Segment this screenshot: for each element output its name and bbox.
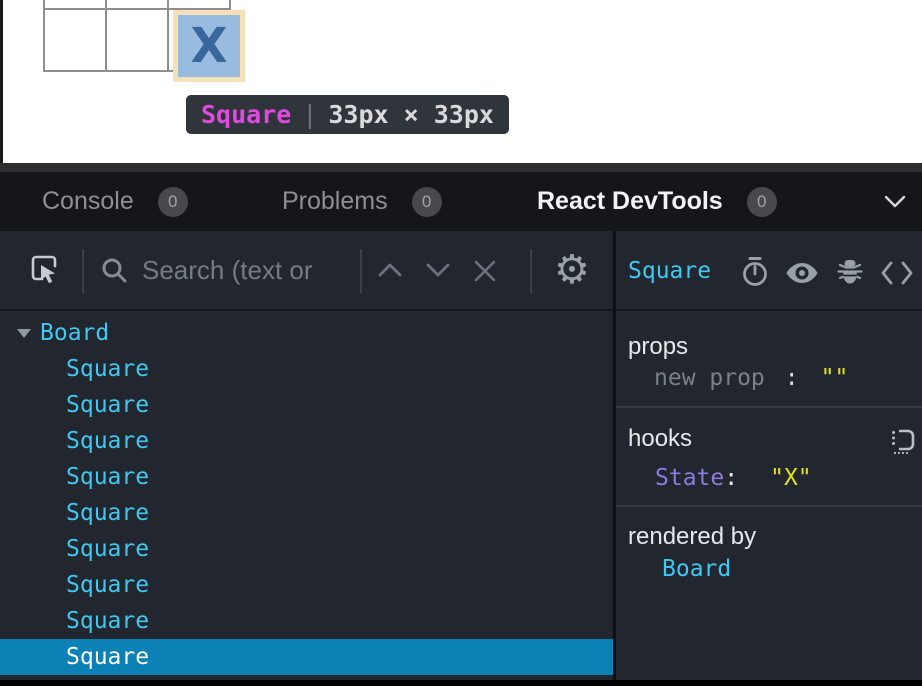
search-next-button[interactable] [425, 262, 451, 281]
tree-item-label: Square [66, 464, 149, 490]
tree-item-square[interactable]: Square [0, 603, 613, 639]
react-devtools-count-badge: 0 [747, 187, 777, 217]
tree-item-label: Square [66, 356, 149, 382]
colon: : [785, 365, 799, 391]
stopwatch-icon[interactable] [740, 256, 770, 291]
gear-icon[interactable]: ⚙ [554, 245, 590, 295]
tree-item-label: Square [66, 500, 149, 526]
board-cell[interactable] [106, 0, 168, 9]
eye-icon[interactable] [785, 260, 819, 289]
props-heading: props [628, 333, 688, 361]
tree-item-label: Square [66, 392, 149, 418]
tree-item-square[interactable]: Square [0, 495, 613, 531]
tree-item-square[interactable]: Square [0, 531, 613, 567]
tab-react-devtools[interactable]: React DevTools 0 [537, 172, 777, 231]
section-divider [616, 505, 922, 507]
selected-component-name: Square [628, 256, 711, 286]
section-divider [616, 406, 922, 408]
tree-item-square[interactable]: Square [0, 351, 613, 387]
drawer-tabbar: Console 0 Problems 0 React DevTools 0 [0, 163, 922, 231]
bug-icon[interactable] [836, 256, 864, 289]
state-hook-value[interactable]: "X" [770, 465, 812, 491]
new-prop-value-input[interactable]: "" [821, 365, 849, 391]
hooks-heading: hooks [628, 425, 692, 453]
colon: : [724, 465, 738, 491]
tab-console[interactable]: Console 0 [42, 172, 188, 231]
tree-item-label: Square [66, 428, 149, 454]
expander-triangle-icon[interactable] [16, 327, 32, 339]
search-icon [101, 257, 128, 289]
view-source-icon[interactable] [880, 260, 914, 289]
inspect-highlight-overlay: X [173, 10, 245, 82]
tree-item-square-selected[interactable]: Square [0, 639, 613, 675]
chevron-down-icon[interactable] [884, 195, 906, 214]
tree-item-label: Square [66, 608, 149, 634]
component-tree: Board Square Square Square Square Square… [0, 315, 613, 675]
square-x-value: X [190, 22, 227, 70]
tree-item-square[interactable]: Square [0, 387, 613, 423]
problems-count-badge: 0 [412, 187, 442, 217]
tree-item-square[interactable]: Square [0, 567, 613, 603]
screen: X Square | 33px × 33px Console 0 Problem… [0, 0, 922, 686]
search-previous-button[interactable] [377, 262, 403, 281]
inspect-element-button[interactable] [28, 252, 60, 289]
rendered-by-board-link[interactable]: Board [662, 555, 731, 583]
toolbar-separator [360, 249, 362, 293]
console-count-badge: 0 [158, 187, 188, 217]
tab-problems[interactable]: Problems 0 [282, 172, 442, 231]
tree-item-label: Square [66, 536, 149, 562]
state-hook-row: State: "X" [655, 464, 812, 492]
tab-console-label: Console [42, 187, 134, 216]
board-cell[interactable] [44, 9, 106, 71]
clear-search-button[interactable] [472, 258, 498, 287]
search-input[interactable] [142, 249, 350, 291]
board-cell[interactable] [44, 0, 106, 9]
react-devtools-panel: ⚙ Square [0, 231, 922, 680]
toolbar-separator [82, 249, 84, 293]
tree-item-label: Board [40, 320, 109, 346]
state-hook-label: State [655, 465, 724, 491]
new-prop-row: new prop: "" [654, 364, 848, 392]
tree-item-board[interactable]: Board [0, 315, 613, 351]
page-content-area: X Square | 33px × 33px [0, 0, 922, 163]
tree-item-label: Square [66, 572, 149, 598]
tooltip-dimensions: 33px × 33px [328, 100, 494, 129]
tree-item-square[interactable]: Square [0, 423, 613, 459]
panel-divider[interactable] [613, 231, 616, 680]
inspect-tooltip: Square | 33px × 33px [186, 95, 509, 134]
parse-hook-names-icon[interactable] [889, 427, 917, 458]
cursor-arrow-icon [41, 265, 55, 283]
new-prop-input[interactable]: new prop [654, 365, 765, 391]
tree-item-label: Square [66, 644, 149, 670]
tab-react-devtools-label: React DevTools [537, 187, 723, 216]
tooltip-component-name: Square [201, 100, 291, 129]
tab-problems-label: Problems [282, 187, 388, 216]
toolbar-separator [530, 249, 532, 293]
toolbar-divider [0, 309, 922, 311]
board-cell[interactable] [168, 0, 230, 9]
tree-item-square[interactable]: Square [0, 459, 613, 495]
board-cell[interactable] [106, 9, 168, 71]
rendered-by-heading: rendered by [628, 523, 756, 551]
tooltip-separator: | [302, 100, 317, 129]
bottom-edge [0, 680, 922, 686]
